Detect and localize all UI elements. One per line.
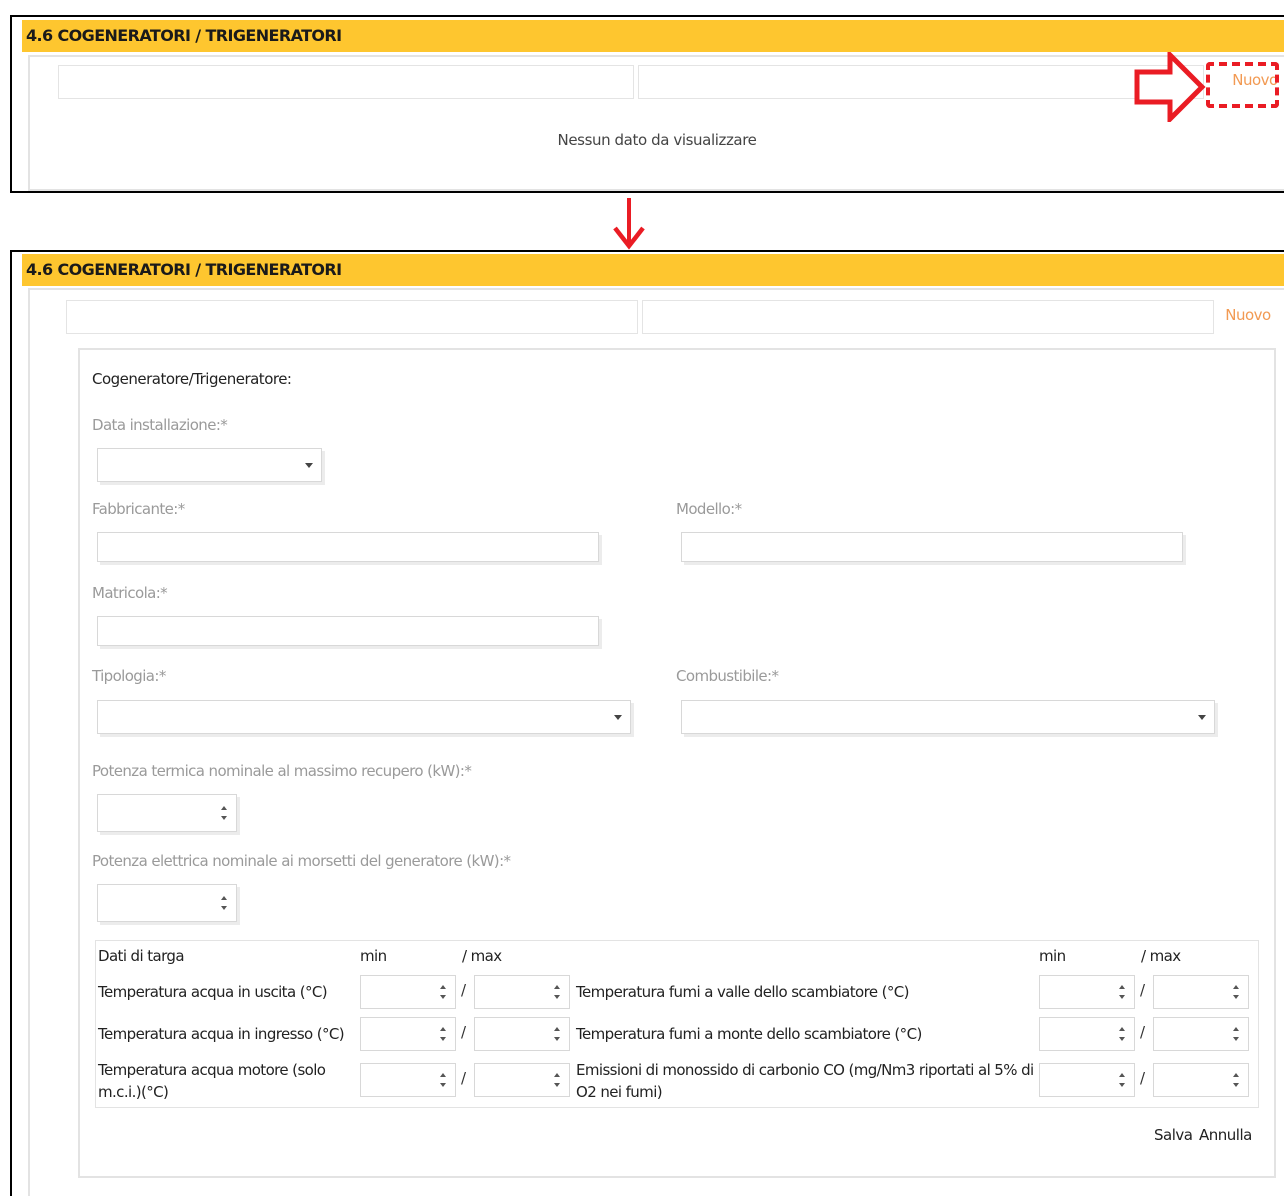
combustibile-label: Combustibile:* [676, 667, 779, 685]
spinner-icon[interactable] [554, 985, 562, 999]
chevron-down-icon[interactable] [305, 463, 313, 468]
grid-column-header-1 [66, 300, 638, 334]
matricola-label: Matricola:* [92, 584, 168, 602]
section-title: 4.6 COGENERATORI / TRIGENERATORI [26, 260, 342, 279]
combustibile-input[interactable] [682, 701, 1214, 733]
chevron-down-icon[interactable] [614, 715, 622, 720]
range-separator: / [1140, 1023, 1146, 1041]
after-screen-frame: 4.6 COGENERATORI / TRIGENERATORI Nuovo C… [10, 250, 1284, 1196]
highlight-box [1206, 62, 1279, 108]
fabbricante-input[interactable] [98, 533, 598, 561]
potenza-termica-stepper[interactable] [97, 794, 237, 832]
spinner-icon[interactable] [221, 896, 229, 910]
data-installazione-input[interactable] [98, 449, 321, 481]
min-header-left: min [360, 947, 387, 965]
range-separator: / [461, 1023, 467, 1041]
spinner-icon[interactable] [1233, 1027, 1241, 1041]
max-stepper[interactable] [474, 975, 570, 1009]
section-header: 4.6 COGENERATORI / TRIGENERATORI [22, 254, 1284, 286]
max-header-left: / max [462, 947, 502, 965]
min-stepper[interactable] [1039, 975, 1135, 1009]
spinner-icon[interactable] [440, 1073, 448, 1087]
potenza-elettrica-label: Potenza elettrica nominale ai morsetti d… [92, 852, 511, 870]
spinner-icon[interactable] [221, 806, 229, 820]
targa-row-label: Emissioni di monossido di carbonio CO (m… [576, 1061, 1034, 1101]
spinner-icon[interactable] [1233, 1073, 1241, 1087]
tipologia-select[interactable] [97, 700, 631, 734]
fabbricante-label: Fabbricante:* [92, 500, 185, 518]
spinner-icon[interactable] [440, 1027, 448, 1041]
new-record-link[interactable]: Nuovo [1218, 300, 1278, 334]
max-header-right: / max [1141, 947, 1181, 965]
spinner-icon[interactable] [1119, 1073, 1127, 1087]
targa-row-label: Temperatura acqua motore (solo m.c.i.)(°… [98, 1061, 326, 1101]
targa-row-label: Temperatura acqua in ingresso (°C) [98, 1025, 345, 1043]
targa-row-label: Temperatura fumi a monte dello scambiato… [576, 1025, 922, 1043]
max-stepper[interactable] [1153, 975, 1249, 1009]
min-header-right: min [1039, 947, 1066, 965]
potenza-termica-label: Potenza termica nominale al massimo recu… [92, 762, 472, 780]
save-button[interactable]: Salva [1154, 1126, 1193, 1144]
data-installazione-select[interactable] [97, 448, 322, 482]
fabbricante-field[interactable] [97, 532, 599, 562]
range-separator: / [1140, 981, 1146, 999]
pointer-arrow-icon [1134, 52, 1206, 122]
spinner-icon[interactable] [440, 985, 448, 999]
cancel-button[interactable]: Annulla [1199, 1126, 1252, 1144]
before-screen-frame: 4.6 COGENERATORI / TRIGENERATORI Nuovo N… [10, 15, 1284, 193]
section-header: 4.6 COGENERATORI / TRIGENERATORI [22, 20, 1284, 52]
range-separator: / [461, 981, 467, 999]
range-separator: / [1140, 1069, 1146, 1087]
min-stepper[interactable] [1039, 1017, 1135, 1051]
modello-field[interactable] [681, 532, 1183, 562]
max-stepper[interactable] [1153, 1063, 1249, 1097]
tipologia-input[interactable] [98, 701, 630, 733]
potenza-termica-input[interactable] [98, 795, 236, 831]
down-arrow-icon [613, 198, 645, 250]
tipologia-label: Tipologia:* [92, 667, 166, 685]
max-stepper[interactable] [474, 1017, 570, 1051]
records-panel: Nuovo Cogeneratore/Trigeneratore: Data i… [28, 288, 1284, 1196]
chevron-down-icon[interactable] [1198, 715, 1206, 720]
spinner-icon[interactable] [554, 1073, 562, 1087]
targa-title: Dati di targa [98, 947, 185, 965]
spinner-icon[interactable] [1119, 985, 1127, 999]
records-panel: Nuovo Nessun dato da visualizzare [28, 55, 1284, 191]
min-stepper[interactable] [1039, 1063, 1135, 1097]
empty-message: Nessun dato da visualizzare [557, 131, 757, 149]
grid-column-header-1 [58, 65, 634, 99]
spinner-icon[interactable] [554, 1027, 562, 1041]
max-stepper[interactable] [474, 1063, 570, 1097]
modello-input[interactable] [682, 533, 1182, 561]
form-title: Cogeneratore/Trigeneratore: [92, 370, 292, 388]
targa-row-label: Temperatura acqua in uscita (°C) [98, 983, 328, 1001]
edit-form: Cogeneratore/Trigeneratore: Data install… [78, 348, 1276, 1178]
spinner-icon[interactable] [1119, 1027, 1127, 1041]
potenza-elettrica-input[interactable] [98, 885, 236, 921]
range-separator: / [461, 1069, 467, 1087]
min-stepper[interactable] [360, 1063, 456, 1097]
modello-label: Modello:* [676, 500, 742, 518]
dati-targa-table: Dati di targa min / max min / max Temper… [95, 940, 1259, 1108]
spinner-icon[interactable] [1233, 985, 1241, 999]
min-stepper[interactable] [360, 975, 456, 1009]
grid-column-header-2 [642, 300, 1214, 334]
max-stepper[interactable] [1153, 1017, 1249, 1051]
matricola-input[interactable] [98, 617, 598, 645]
data-installazione-label: Data installazione:* [92, 416, 228, 434]
targa-row-label: Temperatura fumi a valle dello scambiato… [576, 983, 910, 1001]
section-title: 4.6 COGENERATORI / TRIGENERATORI [26, 26, 342, 45]
potenza-elettrica-stepper[interactable] [97, 884, 237, 922]
min-stepper[interactable] [360, 1017, 456, 1051]
matricola-field[interactable] [97, 616, 599, 646]
combustibile-select[interactable] [681, 700, 1215, 734]
grid-column-header-2 [638, 65, 1204, 99]
